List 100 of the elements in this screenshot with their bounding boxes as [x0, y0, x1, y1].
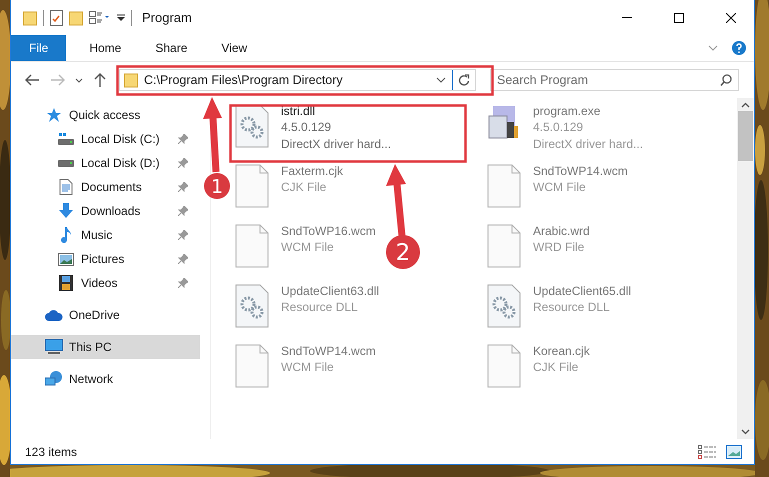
- file-detail: CJK File: [533, 359, 580, 375]
- file-icon: [487, 224, 521, 268]
- film-icon: [59, 275, 73, 291]
- nav-item[interactable]: Local Disk (D:): [11, 151, 200, 175]
- pin-icon[interactable]: [178, 182, 188, 192]
- nav-item[interactable]: Local Disk (C:): [11, 127, 200, 151]
- nav-item[interactable]: Documents: [11, 175, 200, 199]
- file-tile[interactable]: Arabic.wrd WRD File: [483, 222, 594, 280]
- nav-item[interactable]: Videos: [11, 271, 200, 295]
- file-icon: [487, 344, 521, 388]
- file-detail: Resource DLL: [533, 299, 611, 315]
- dropdown-icon[interactable]: [117, 14, 125, 22]
- gear-file-icon: [235, 104, 269, 148]
- file-detail: WCM File: [281, 239, 335, 255]
- file-icon: [487, 164, 521, 208]
- file-detail: WCM File: [281, 359, 335, 375]
- pin-icon[interactable]: [178, 134, 188, 144]
- cloud-icon: [45, 310, 63, 320]
- file-detail: CJK File: [281, 179, 328, 195]
- file-tile[interactable]: UpdateClient65.dll Resource DLL: [483, 282, 636, 340]
- back-arrow-icon[interactable]: [25, 74, 39, 86]
- file-tile[interactable]: UpdateClient63.dll Resource DLL: [231, 282, 384, 340]
- nav-item[interactable]: Downloads: [11, 199, 200, 223]
- file-tile[interactable]: SndToWP16.wcm WCM File: [231, 222, 380, 280]
- star-icon: [46, 107, 62, 123]
- file-name: program.exe: [533, 104, 602, 118]
- gear-file-icon: [487, 284, 521, 328]
- file-detail: DirectX driver hard...: [281, 136, 392, 152]
- file-detail: WRD File: [533, 239, 586, 255]
- file-detail: 4.5.0.129: [533, 119, 584, 135]
- file-name: SndToWP14.wcm: [533, 164, 628, 178]
- pin-icon[interactable]: [178, 206, 188, 216]
- search-icon: [720, 74, 732, 86]
- file-detail: WCM File: [533, 179, 587, 195]
- large-icons-view-icon[interactable]: [726, 444, 742, 458]
- file-tile[interactable]: SndToWP14.wcm WCM File: [231, 342, 380, 400]
- callout-badge: 1: [204, 173, 230, 199]
- file-name: SndToWP14.wcm: [281, 344, 376, 358]
- pin-icon[interactable]: [178, 230, 188, 240]
- pin-icon[interactable]: [178, 278, 188, 288]
- nav-item[interactable]: Music: [11, 223, 200, 247]
- help-icon[interactable]: [732, 41, 746, 55]
- document-icon: [59, 179, 73, 195]
- ribbon-tab[interactable]: View: [204, 35, 264, 61]
- file-detail: 4.5.0.129: [281, 119, 332, 135]
- file-icon: [235, 344, 269, 388]
- ribbon-tab[interactable]: Home: [72, 35, 138, 61]
- dropdown-icon[interactable]: [436, 77, 446, 83]
- file-tile[interactable]: Korean.cjk CJK File: [483, 342, 594, 400]
- nav-item[interactable]: Network: [11, 367, 200, 391]
- monitor-icon: [45, 339, 63, 355]
- pin-icon[interactable]: [178, 254, 188, 264]
- pin-icon[interactable]: [178, 158, 188, 168]
- file-icon: [235, 164, 269, 208]
- drive-icon: [58, 132, 74, 146]
- file-tile[interactable]: program.exe 4.5.0.129 DirectX driver hard...: [483, 102, 648, 160]
- scrollbar[interactable]: [737, 98, 754, 439]
- network-icon: [45, 371, 63, 387]
- details-view-icon[interactable]: [698, 444, 716, 458]
- nav-item[interactable]: Quick access: [11, 103, 200, 127]
- search-field[interactable]: Search Program: [490, 69, 739, 91]
- file-name: Faxterm.cjk: [281, 164, 344, 178]
- file-detail: Resource DLL: [281, 299, 359, 315]
- file-tile[interactable]: istri.dll 4.5.0.129 DirectX driver hard...: [231, 102, 396, 160]
- nav-item[interactable]: This PC: [11, 335, 200, 359]
- file-name: UpdateClient65.dll: [533, 284, 632, 298]
- gear-file-icon: [235, 284, 269, 328]
- scroll-up-icon[interactable]: [741, 102, 750, 108]
- chevron-icon[interactable]: [75, 78, 83, 82]
- close-icon[interactable]: [726, 12, 736, 22]
- checklist-icon[interactable]: [50, 10, 63, 26]
- item-count: 123 items: [25, 444, 78, 458]
- file-detail: DirectX driver hard...: [533, 136, 644, 152]
- address-bar[interactable]: C:\Program Files\Program Directory: [119, 69, 476, 91]
- up-arrow-icon[interactable]: [94, 73, 106, 87]
- properties-icon[interactable]: [89, 10, 111, 24]
- picture-icon: [58, 252, 74, 266]
- nav-item[interactable]: OneDrive: [11, 303, 200, 327]
- download-icon: [58, 203, 74, 219]
- nav-item[interactable]: Pictures: [11, 247, 200, 271]
- file-tile[interactable]: SndToWP14.wcm WCM File: [483, 162, 632, 220]
- file-name: Korean.cjk: [533, 344, 590, 358]
- scroll-down-icon[interactable]: [741, 429, 750, 435]
- file-menu-button[interactable]: File: [11, 35, 66, 61]
- folder-icon: [124, 72, 138, 88]
- file-name: istri.dll: [281, 104, 316, 118]
- refresh-icon[interactable]: [458, 74, 470, 86]
- file-name: UpdateClient63.dll: [281, 284, 380, 298]
- scrollbar-thumb[interactable]: [738, 111, 753, 161]
- expand-ribbon-icon[interactable]: [708, 45, 718, 51]
- maximize-icon[interactable]: [674, 12, 684, 22]
- file-name: Arabic.wrd: [533, 224, 590, 238]
- ribbon-tab[interactable]: Share: [138, 35, 204, 61]
- file-icon: [235, 224, 269, 268]
- callout-badge: 2: [386, 235, 420, 269]
- drive-icon: [58, 158, 74, 168]
- file-name: SndToWP16.wcm: [281, 224, 376, 238]
- music-note-icon: [60, 227, 72, 243]
- window-title: Program: [142, 10, 193, 25]
- file-tile[interactable]: Faxterm.cjk CJK File: [231, 162, 348, 220]
